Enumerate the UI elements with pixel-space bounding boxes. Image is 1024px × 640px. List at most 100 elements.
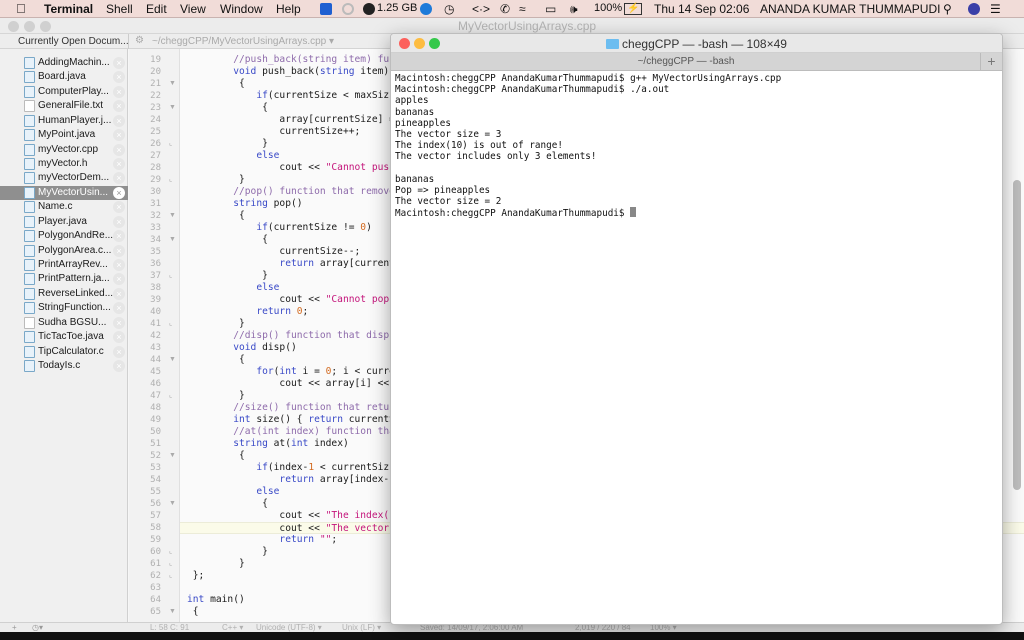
- sync-icon[interactable]: [342, 3, 354, 15]
- sidebar-item[interactable]: Sudha BGSU... ×: [0, 316, 128, 330]
- sidebar-item[interactable]: myVector.h ×: [0, 157, 128, 171]
- clock[interactable]: Thu 14 Sep 02:06: [654, 2, 749, 16]
- language-selector[interactable]: C++ ▾: [222, 623, 243, 632]
- sidebar-item[interactable]: StringFunction... ×: [0, 301, 128, 315]
- fold-toggle-icon[interactable]: ▼: [169, 450, 176, 462]
- terminal-output[interactable]: Macintosh:cheggCPP AnandaKumarThummapudi…: [395, 73, 998, 624]
- close-document-icon[interactable]: ×: [113, 186, 125, 199]
- close-document-icon[interactable]: ×: [113, 71, 125, 84]
- sidebar-item[interactable]: PrintArrayRev... ×: [0, 258, 128, 272]
- fold-toggle-icon[interactable]: ▼: [169, 78, 176, 90]
- close-document-icon[interactable]: ×: [113, 143, 125, 156]
- sidebar-item[interactable]: PolygonArea.c... ×: [0, 244, 128, 258]
- line-endings-selector[interactable]: Unix (LF) ▾: [342, 623, 381, 632]
- history-icon[interactable]: ◷▾: [32, 623, 43, 632]
- menu-help[interactable]: Help: [276, 2, 301, 16]
- source-file-icon: [24, 230, 35, 243]
- code-icon[interactable]: <·>: [472, 2, 490, 16]
- line-number-gutter: 19 20 21 ▼ 22 23 ▼ 24 25 26 ⌞ 27 28 29 ⌞ 30 31 32 ▼ 33 34 ▼ 35…: [129, 49, 180, 622]
- close-document-icon[interactable]: ×: [113, 259, 125, 272]
- line-number: 42: [150, 331, 161, 341]
- terminal-line: Pop => pineapples: [395, 184, 491, 196]
- notification-center-icon[interactable]: ☰: [990, 2, 1001, 16]
- close-document-icon[interactable]: ×: [113, 244, 125, 257]
- new-tab-button[interactable]: +: [980, 53, 1002, 70]
- close-document-icon[interactable]: ×: [113, 85, 125, 98]
- memory-icon[interactable]: [363, 3, 375, 15]
- sidebar-item[interactable]: AddingMachin... ×: [0, 56, 128, 70]
- sidebar-item[interactable]: ComputerPlay... ×: [0, 85, 128, 99]
- fold-toggle-icon[interactable]: ▼: [169, 498, 176, 510]
- close-document-icon[interactable]: ×: [113, 114, 125, 127]
- sidebar-item[interactable]: Name.c ×: [0, 200, 128, 214]
- menu-shell[interactable]: Shell: [106, 2, 133, 16]
- line-number: 31: [150, 199, 161, 209]
- fold-toggle-icon[interactable]: ▼: [169, 354, 176, 366]
- close-document-icon[interactable]: ×: [113, 230, 125, 243]
- line-number: 53: [150, 463, 161, 473]
- sidebar-item[interactable]: TodayIs.c ×: [0, 359, 128, 373]
- sidebar-item[interactable]: PrintPattern.ja... ×: [0, 272, 128, 286]
- line-number: 62: [150, 571, 161, 581]
- sidebar-item[interactable]: MyVectorUsin... ×: [0, 185, 128, 200]
- close-document-icon[interactable]: ×: [113, 316, 125, 329]
- line-number: 30: [150, 187, 161, 197]
- airplay-icon[interactable]: ▭: [545, 2, 556, 16]
- time-machine-icon[interactable]: ◷: [444, 2, 454, 16]
- volume-icon[interactable]: 🕪: [570, 2, 578, 17]
- sidebar-item[interactable]: ReverseLinked... ×: [0, 287, 128, 301]
- siri-icon[interactable]: [968, 3, 980, 15]
- sidebar-item[interactable]: Player.java ×: [0, 215, 128, 229]
- close-document-icon[interactable]: ×: [113, 158, 125, 170]
- close-document-icon[interactable]: ×: [113, 215, 125, 228]
- sidebar-item[interactable]: GeneralFile.txt ×: [0, 99, 128, 113]
- gear-icon[interactable]: ⚙: [135, 35, 144, 46]
- close-document-icon[interactable]: ×: [113, 57, 125, 69]
- close-document-icon[interactable]: ×: [113, 273, 125, 286]
- phone-icon[interactable]: ✆: [500, 2, 510, 16]
- sidebar-item[interactable]: TipCalculator.c ×: [0, 345, 128, 359]
- menu-window[interactable]: Window: [220, 2, 263, 16]
- encoding-selector[interactable]: Unicode (UTF-8) ▾: [256, 623, 322, 632]
- battery-icon[interactable]: ⚡: [624, 3, 643, 15]
- close-document-icon[interactable]: ×: [113, 360, 125, 373]
- editor-close-button[interactable]: [8, 21, 19, 32]
- sidebar-item[interactable]: myVectorDem... ×: [0, 171, 128, 185]
- sidebar-item[interactable]: PolygonAndRe... ×: [0, 229, 128, 243]
- close-document-icon[interactable]: ×: [113, 129, 125, 142]
- close-document-icon[interactable]: ×: [113, 302, 125, 315]
- fold-toggle-icon[interactable]: ▼: [169, 210, 176, 222]
- add-icon[interactable]: +: [12, 623, 17, 632]
- apple-icon[interactable]: : [16, 1, 26, 16]
- editor-scrollbar[interactable]: [1013, 180, 1021, 490]
- terminal-line: apples: [395, 95, 429, 107]
- close-document-icon[interactable]: ×: [113, 287, 125, 300]
- wifi-icon[interactable]: ≈: [519, 2, 526, 16]
- close-document-icon[interactable]: ×: [113, 345, 125, 358]
- shazam-icon[interactable]: [420, 3, 432, 15]
- editor-minimize-button[interactable]: [24, 21, 35, 32]
- close-document-icon[interactable]: ×: [113, 331, 125, 344]
- editor-zoom-button[interactable]: [40, 21, 51, 32]
- sidebar-item[interactable]: TicTacToe.java ×: [0, 330, 128, 344]
- fold-toggle-icon[interactable]: ▼: [169, 606, 176, 618]
- sidebar-item[interactable]: MyPoint.java ×: [0, 128, 128, 142]
- sidebar-item[interactable]: Board.java ×: [0, 70, 128, 84]
- line-number: 40: [150, 307, 161, 317]
- close-document-icon[interactable]: ×: [113, 201, 125, 214]
- spotlight-icon[interactable]: ⚲: [943, 2, 952, 16]
- close-document-icon[interactable]: ×: [113, 100, 125, 113]
- menu-view[interactable]: View: [180, 2, 206, 16]
- sidebar-item-label: StringFunction...: [38, 302, 111, 314]
- teamviewer-icon[interactable]: [320, 3, 332, 15]
- terminal-tab[interactable]: ~/cheggCPP — -bash: [391, 56, 981, 67]
- user-name[interactable]: ANANDA KUMAR THUMMAPUDI: [760, 2, 940, 16]
- sidebar-item[interactable]: HumanPlayer.j... ×: [0, 114, 128, 128]
- fold-toggle-icon[interactable]: ▼: [169, 102, 176, 114]
- close-document-icon[interactable]: ×: [113, 172, 125, 185]
- path-bar[interactable]: ~/cheggCPP/MyVectorUsingArrays.cpp ▾: [152, 36, 334, 47]
- fold-toggle-icon[interactable]: ▼: [169, 234, 176, 246]
- menu-edit[interactable]: Edit: [146, 2, 167, 16]
- menu-app-terminal[interactable]: Terminal: [44, 2, 93, 16]
- sidebar-item[interactable]: myVector.cpp ×: [0, 143, 128, 157]
